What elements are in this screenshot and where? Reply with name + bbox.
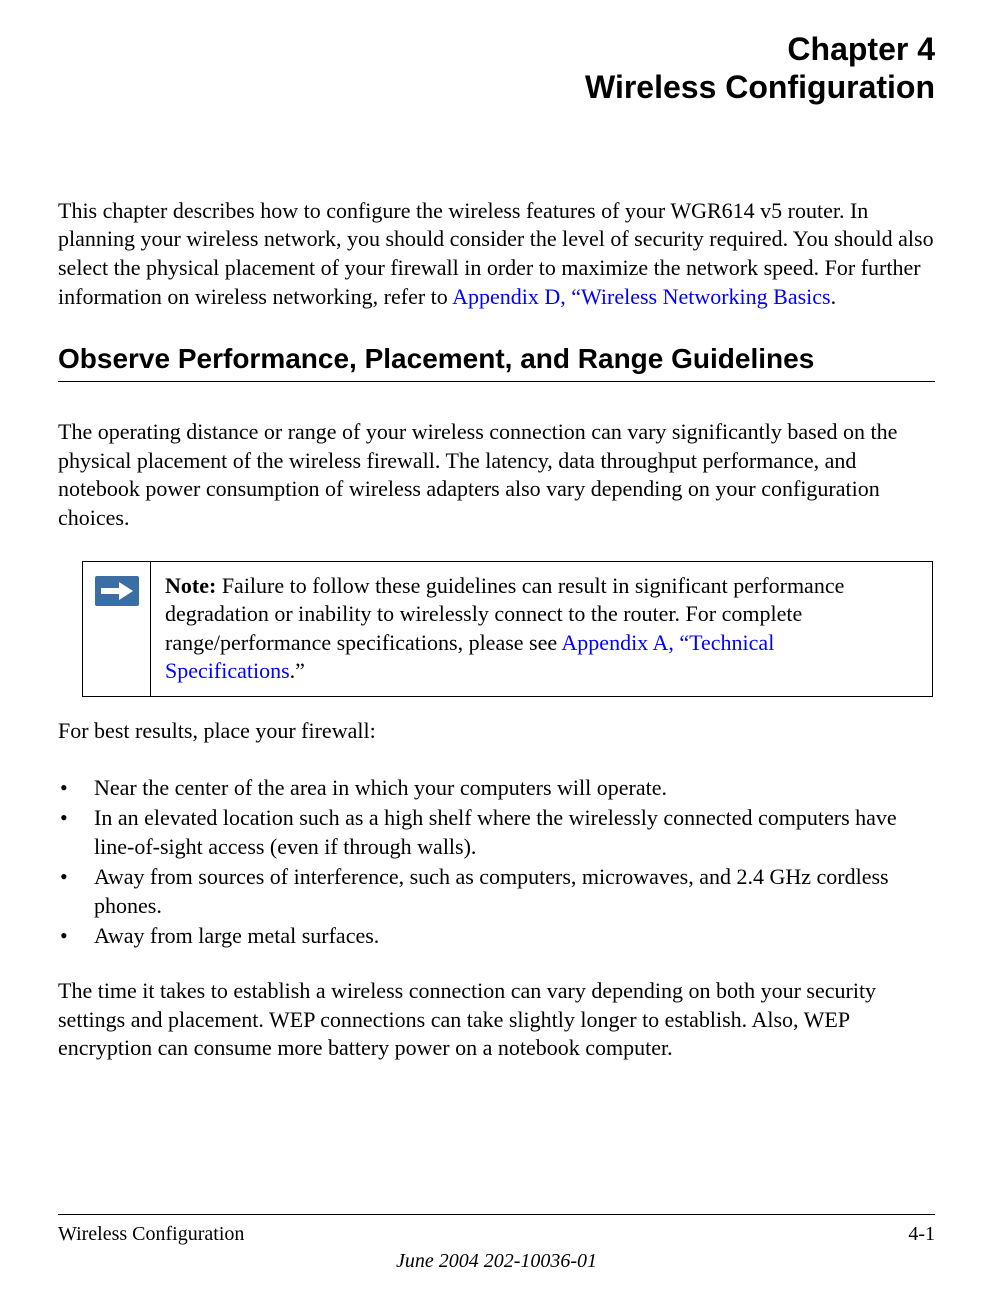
note-text: Note: Failure to follow these guidelines… xyxy=(151,562,932,696)
note-label: Note: xyxy=(165,573,216,598)
note-icon-cell xyxy=(83,562,151,696)
chapter-number: Chapter 4 xyxy=(58,30,935,68)
list-item: In an elevated location such as a high s… xyxy=(58,804,935,861)
footer-left: Wireless Configuration xyxy=(58,1223,244,1246)
section-heading-observe: Observe Performance, Placement, and Rang… xyxy=(58,343,935,382)
list-item: Near the center of the area in which you… xyxy=(58,774,935,803)
page-footer: Wireless Configuration 4-1 June 2004 202… xyxy=(58,1214,935,1273)
footer-line: Wireless Configuration 4-1 xyxy=(58,1214,935,1246)
note-text-after: .” xyxy=(290,658,305,683)
placement-bullets: Near the center of the area in which you… xyxy=(58,774,935,952)
chapter-header: Chapter 4 Wireless Configuration xyxy=(58,30,935,107)
note-box: Note: Failure to follow these guidelines… xyxy=(82,561,933,697)
placement-intro: For best results, place your firewall: xyxy=(58,717,935,746)
closing-paragraph: The time it takes to establish a wireles… xyxy=(58,977,935,1063)
appendix-d-link[interactable]: Appendix D, “Wireless Networking Basics xyxy=(452,284,831,309)
intro-paragraph: This chapter describes how to configure … xyxy=(58,197,935,311)
arrow-right-icon xyxy=(95,576,139,606)
intro-text-after: . xyxy=(831,284,837,309)
footer-page-number: 4-1 xyxy=(908,1223,935,1246)
list-item: Away from large metal surfaces. xyxy=(58,922,935,951)
list-item: Away from sources of interference, such … xyxy=(58,863,935,920)
footer-date: June 2004 202-10036-01 xyxy=(58,1250,935,1273)
chapter-title: Wireless Configuration xyxy=(58,68,935,106)
section1-paragraph1: The operating distance or range of your … xyxy=(58,418,935,532)
